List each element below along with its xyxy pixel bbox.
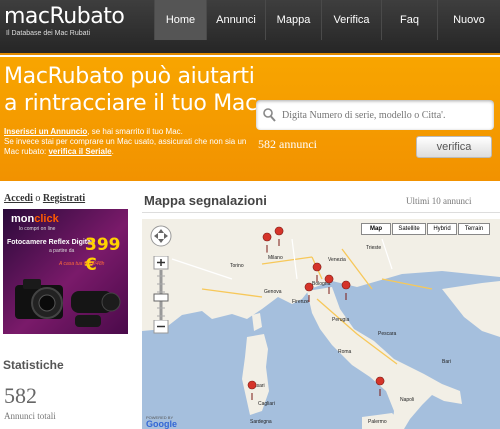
insert-ad-link[interactable]: Inserisci un Annuncio [4,127,87,136]
city-label: Sassari [248,383,265,389]
ad-tagline: lo compri on line [19,226,56,232]
stats-title: Statistiche [3,358,64,372]
reports-map[interactable]: Map Satellite Hybrid Terrain Milano Vene… [142,219,500,429]
map-type-satellite[interactable]: Satellite [392,223,426,235]
login-link[interactable]: Accedi [4,193,33,204]
city-label: Roma [338,349,352,355]
zoom-in-icon[interactable] [150,256,172,270]
city-label: Palermo [368,419,387,425]
verify-serial-link[interactable]: verifica il Seriale [48,147,111,156]
stats-count: 582 [4,383,37,408]
city-label: Napoli [400,397,415,403]
login-separator: o [32,193,43,204]
hero-banner: MacRubato può aiutarti a rintracciare il … [0,57,500,181]
zoom-slider[interactable] [150,270,172,320]
city-label: Firenze [292,299,309,305]
ad-price: 399 € [85,235,121,275]
search-icon [263,108,276,122]
ad-brand-b: click [34,213,59,225]
zoom-out-icon[interactable] [150,320,172,334]
pan-control-icon[interactable] [150,225,172,247]
main-nav: Home Annunci Mappa Verifica Faq Nuovo [154,0,500,40]
map-type-terrain[interactable]: Terrain [458,223,490,235]
city-label: Perugia [332,317,350,323]
top-navigation-bar: macRubato Il Database dei Mac Rubati Hom… [0,0,500,55]
google-logo: Google [146,419,177,429]
city-label: Bari [442,359,451,365]
register-link[interactable]: Registrati [43,193,85,204]
map-zoom-control [150,225,172,334]
hero-title: MacRubato può aiutarti a rintracciare il … [4,63,264,117]
map-subtitle: Ultimi 10 annunci [406,196,472,206]
login-links: Accedi o Registrati [4,193,85,204]
ad-from: a partire da [49,248,75,254]
hero-desc-text1: , se hai smarrito il tuo Mac. [87,127,183,136]
hero-title-line1: MacRubato può aiutarti [4,64,255,89]
logo-name: macRubato [4,4,125,29]
ad-brand-a: mon [11,213,35,225]
nav-verifica[interactable]: Verifica [321,0,381,40]
stats-label: Annunci totali [4,411,56,421]
hero-desc-end: . [111,147,114,156]
city-label: Venezia [328,257,346,263]
hero-title-line2: a rintracciare il tuo Mac. [4,91,264,116]
nav-mappa[interactable]: Mappa [265,0,321,40]
nav-nuovo[interactable]: Nuovo [437,0,500,40]
ad-delivery: A casa tua in 24/48h [59,261,105,267]
ad-product: Fotocamere Reflex Digitali [7,239,95,246]
search-box [256,100,494,130]
map-type-map[interactable]: Map [361,223,391,235]
logo-subtitle: Il Database dei Mac Rubati [6,30,91,37]
ad-brand: monclick [11,213,59,225]
ad-banner[interactable]: monclick lo compri on line Fotocamere Re… [3,209,128,334]
site-logo[interactable]: macRubato Il Database dei Mac Rubati [4,4,125,38]
map-title: Mappa segnalazioni [144,193,267,208]
map-divider [142,212,500,213]
city-label: Bologna [312,281,331,287]
map-canvas [142,219,500,429]
search-input[interactable] [282,106,487,124]
city-label: Sardegna [250,419,272,425]
camera-image [15,279,121,327]
ads-count: 582 annunci [258,137,317,151]
nav-home[interactable]: Home [154,0,206,40]
verify-button[interactable]: verifica [416,136,492,158]
map-type-hybrid[interactable]: Hybrid [427,223,457,235]
city-label: Pescara [378,331,397,337]
nav-faq[interactable]: Faq [381,0,437,40]
city-label: Milano [268,255,283,261]
city-label: Cagliari [258,401,275,407]
city-label: Genova [264,289,282,295]
hero-description: Inserisci un Annuncio, se hai smarrito i… [4,127,249,157]
city-label: Trieste [366,245,382,251]
hero-desc-text2: Se invece stai per comprare un Mac usato… [4,137,247,156]
nav-annunci[interactable]: Annunci [206,0,265,40]
city-label: Torino [230,263,244,269]
